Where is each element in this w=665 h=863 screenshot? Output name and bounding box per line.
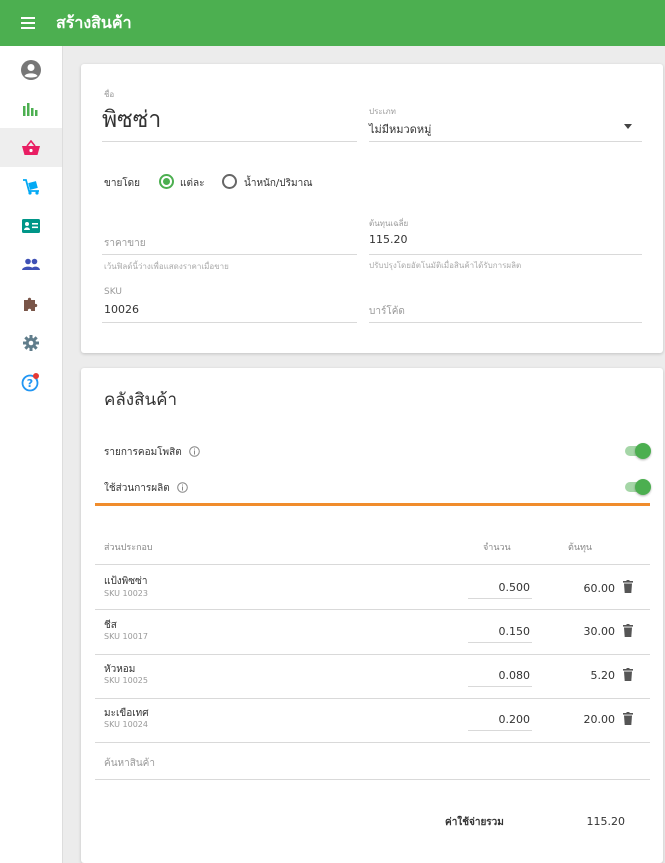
sidebar: ? — [0, 46, 63, 863]
col-cost-header: ต้นทุน — [568, 543, 593, 553]
col-quantity-header: จำนวน — [483, 543, 511, 553]
dolly-icon — [23, 178, 39, 195]
component-name[interactable]: มะเขือเทศ — [104, 706, 149, 721]
quantity-input[interactable]: 0.500 — [468, 577, 532, 599]
category-label: ประเภท — [369, 107, 396, 116]
sidebar-item-employees[interactable] — [0, 206, 62, 245]
search-product-input[interactable]: ค้นหาสินค้า — [104, 756, 644, 776]
bar-chart-icon — [23, 102, 38, 116]
row-divider — [95, 742, 650, 743]
production-toggle[interactable] — [625, 479, 651, 495]
inventory-card: คลังสินค้า รายการคอมโพสิต ใช้ส่วนการผลิต… — [81, 368, 663, 863]
sidebar-item-settings[interactable] — [0, 323, 62, 362]
trash-icon[interactable] — [623, 712, 633, 725]
app-bar: สร้างสินค้า — [0, 0, 665, 46]
sidebar-item-reports[interactable] — [0, 89, 62, 128]
component-sku: SKU 10024 — [104, 720, 148, 729]
trash-icon[interactable] — [623, 624, 633, 637]
composite-label-text: รายการคอมโพสิต — [104, 447, 182, 458]
cost-value: 60.00 — [583, 582, 616, 595]
chevron-down-icon — [624, 124, 632, 129]
puzzle-icon — [24, 297, 38, 311]
table-row: หัวหอม SKU 10025 0.080 5.20 — [95, 655, 650, 698]
component-name[interactable]: แป้งพิซซ่า — [104, 574, 147, 589]
sidebar-item-account[interactable] — [0, 50, 62, 89]
price-field[interactable]: ราคาขาย — [104, 236, 146, 251]
production-label: ใช้ส่วนการผลิต — [104, 481, 188, 496]
component-sku: SKU 10017 — [104, 632, 148, 641]
sold-by-weight-label: น้ำหนัก/ปริมาณ — [244, 178, 313, 189]
page-title: สร้างสินค้า — [56, 12, 132, 32]
category-select[interactable]: ไม่มีหมวดหมู่ — [369, 120, 642, 140]
svg-text:?: ? — [27, 377, 33, 390]
cost-label: ต้นทุนเฉลี่ย — [369, 219, 409, 228]
barcode-underline — [369, 322, 642, 323]
sku-field[interactable]: 10026 — [104, 303, 139, 316]
name-underline — [102, 141, 357, 142]
cost-field[interactable]: 115.20 — [369, 233, 408, 246]
info-icon[interactable] — [189, 446, 200, 457]
name-label: ชื่อ — [104, 90, 115, 99]
name-field[interactable]: พิซซ่า — [102, 102, 161, 138]
component-sku: SKU 10023 — [104, 589, 148, 598]
table-row: ชีส SKU 10017 0.150 30.00 — [95, 610, 650, 654]
account-circle-icon — [21, 59, 41, 80]
sold-by-weight-radio[interactable] — [222, 174, 237, 189]
trash-icon[interactable] — [623, 668, 633, 681]
component-sku: SKU 10025 — [104, 676, 148, 685]
sold-by-label: ขายโดย — [104, 178, 141, 189]
sidebar-item-items[interactable] — [0, 128, 62, 167]
quantity-input[interactable]: 0.200 — [468, 709, 532, 731]
cost-hint: ปรับปรุงโดยอัตโนมัติเมื่อสินค้าได้รับการ… — [369, 261, 522, 270]
component-name[interactable]: ชีส — [104, 618, 117, 633]
contact-card-icon — [22, 218, 40, 233]
main-content: ชื่อ พิซซ่า ประเภท ไม่มีหมวดหมู่ ขายโดย … — [63, 46, 665, 863]
composite-label: รายการคอมโพสิต — [104, 445, 200, 460]
inventory-title: คลังสินค้า — [104, 390, 178, 410]
sold-by-each-label: แต่ละ — [180, 178, 205, 189]
quantity-input[interactable]: 0.150 — [468, 621, 532, 643]
sidebar-item-help[interactable]: ? — [0, 362, 62, 401]
table-row: มะเขือเทศ SKU 10024 0.200 20.00 — [95, 699, 650, 742]
sidebar-item-integrations[interactable] — [0, 284, 62, 323]
production-highlight-bar — [95, 503, 650, 506]
sku-label: SKU — [104, 287, 122, 297]
total-cost-label: ค่าใช้จ่ายรวม — [445, 817, 504, 828]
cost-value: 20.00 — [583, 713, 616, 726]
search-underline — [95, 779, 650, 780]
barcode-field[interactable]: บาร์โค้ด — [369, 304, 405, 319]
composite-toggle[interactable] — [625, 443, 651, 459]
cost-value: 5.20 — [590, 669, 616, 682]
basket-icon — [22, 139, 40, 155]
category-underline — [369, 141, 642, 142]
component-name[interactable]: หัวหอม — [104, 662, 135, 677]
sku-underline — [102, 322, 357, 323]
col-component-header: ส่วนประกอบ — [104, 543, 153, 553]
table-row: แป้งพิซซ่า SKU 10023 0.500 60.00 — [95, 565, 650, 609]
sidebar-item-customers[interactable] — [0, 245, 62, 284]
trash-icon[interactable] — [623, 580, 633, 593]
production-label-text: ใช้ส่วนการผลิต — [104, 483, 170, 494]
info-icon[interactable] — [177, 482, 188, 493]
cost-value: 30.00 — [583, 625, 616, 638]
category-value: ไม่มีหมวดหมู่ — [369, 123, 432, 136]
total-cost-value: 115.20 — [586, 815, 626, 828]
price-hint: เว้นฟิลด์นี้ว่างเพื่อแสดงราคาเมื่อขาย — [104, 262, 229, 271]
help-icon: ? — [21, 372, 39, 391]
gear-icon — [23, 334, 39, 351]
sidebar-item-inventory[interactable] — [0, 167, 62, 206]
product-details-card: ชื่อ พิซซ่า ประเภท ไม่มีหมวดหมู่ ขายโดย … — [81, 64, 663, 353]
hamburger-icon[interactable] — [0, 0, 56, 46]
price-underline — [102, 254, 357, 255]
quantity-input[interactable]: 0.080 — [468, 665, 532, 687]
people-icon — [22, 258, 40, 270]
cost-underline — [369, 254, 642, 255]
sold-by-each-radio[interactable] — [159, 174, 174, 189]
